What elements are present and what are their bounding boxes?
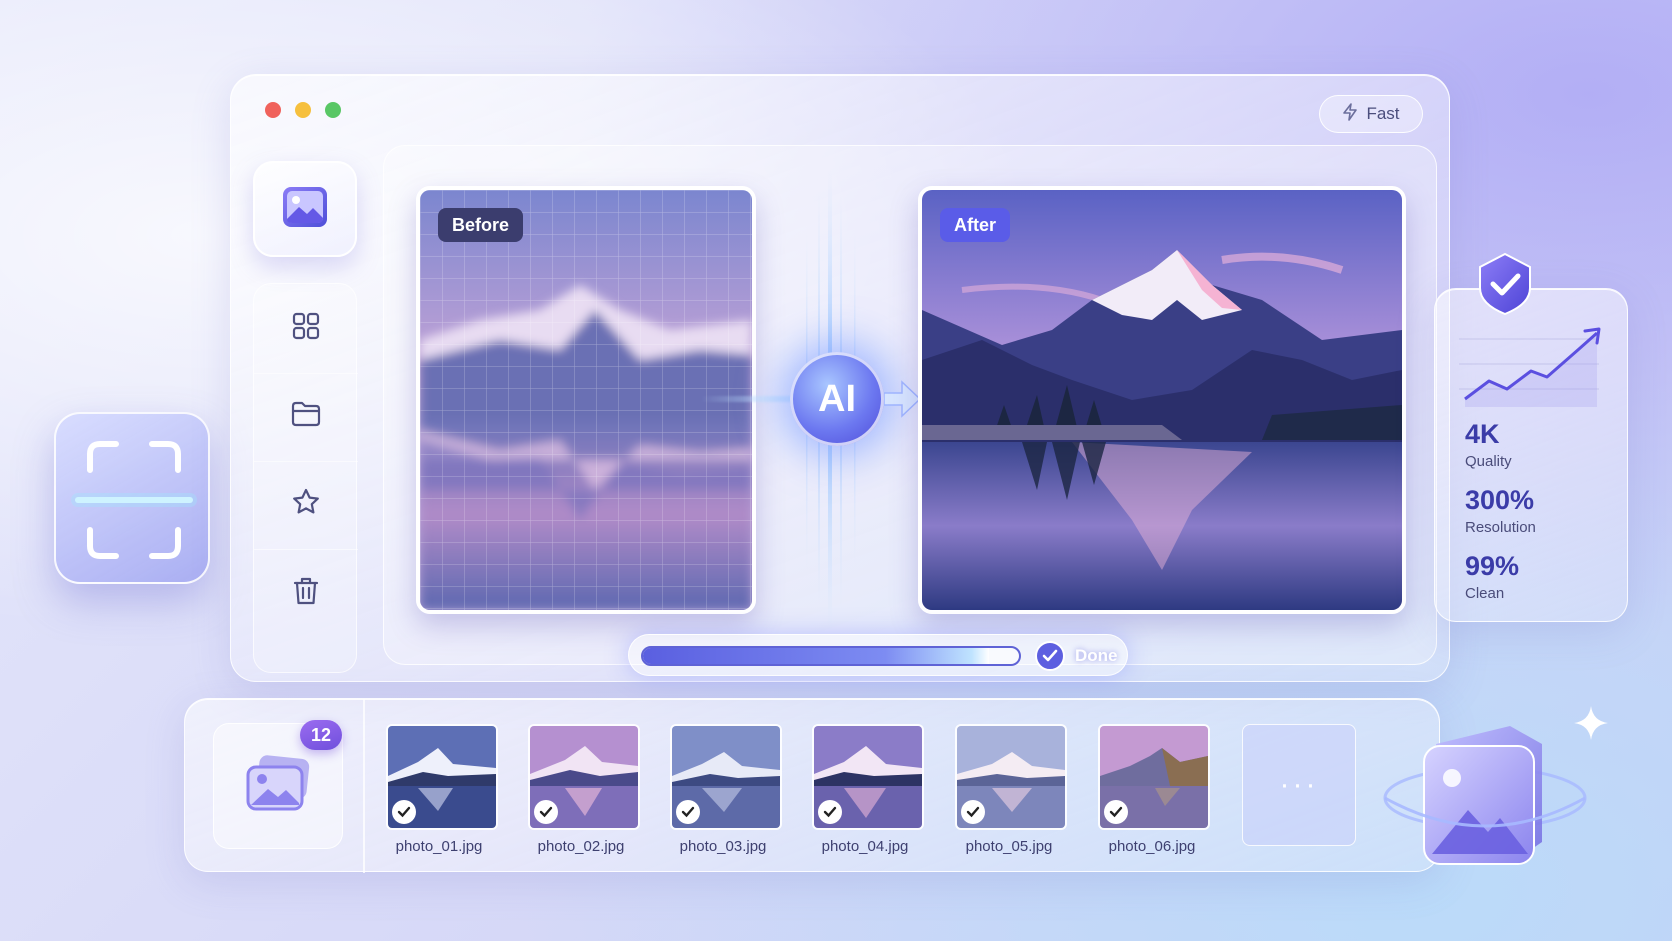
check-icon [1104,800,1128,824]
thumbnail-photo-01[interactable] [386,724,498,830]
progress-fill [643,648,989,664]
sidebar-item-grid[interactable] [254,284,358,374]
arrow-right-icon [884,380,922,418]
thumbnail-photo-04[interactable] [812,724,924,830]
sidebar-item-folder[interactable] [254,372,358,462]
scan-icon[interactable] [54,412,210,584]
check-icon [676,800,700,824]
check-circle-icon [1035,641,1065,671]
ai-orb[interactable]: AI [790,352,884,446]
sparkle-icon [1574,706,1608,740]
thumbnail-name: photo_04.jpg [821,838,909,855]
lightning-icon [1342,102,1358,126]
thumbnail-name: photo_06.jpg [1108,838,1196,855]
before-tag: Before [438,208,524,242]
stat-clean-label: Clean [1465,585,1505,602]
folder-icon [291,401,321,432]
photo-count-badge: 12 [300,720,342,750]
check-icon [961,800,985,824]
thumbnail-name: photo_05.jpg [965,838,1053,855]
image-cube-icon [1383,726,1587,865]
minimize-window-button[interactable] [295,102,311,118]
after-tag: After [940,208,1011,242]
maximize-window-button[interactable] [325,102,341,118]
stat-quality-value: 4K [1465,419,1500,449]
progress-bar: Done [628,634,1128,676]
thumbnail-photo-03[interactable] [670,724,782,830]
image-icon [281,185,329,234]
growth-chart-icon [1459,327,1601,407]
star-icon [291,487,321,522]
strip-divider [363,699,365,873]
stat-resolution-value: 300% [1465,485,1535,515]
thumbnail-photo-02[interactable] [528,724,640,830]
stat-resolution-label: Resolution [1465,519,1536,536]
check-icon [534,800,558,824]
stat-clean-value: 99% [1465,551,1520,581]
progress-status-label: Done [1075,646,1118,665]
shield-check-icon [1479,252,1531,316]
check-icon [392,800,416,824]
fast-mode-button[interactable]: Fast [1319,95,1423,133]
thumbnail-photo-06[interactable] [1098,724,1210,830]
grid-icon [292,312,320,345]
stats-card: 4K Quality 300% Resolution 99% Clean [1434,288,1628,622]
progress-track [641,646,1021,666]
trash-icon [293,576,319,611]
sidebar-item-delete[interactable] [254,548,358,638]
sidebar-menu [253,283,358,673]
close-window-button[interactable] [265,102,281,118]
more-photos-button[interactable]: ··· [1242,724,1356,846]
thumbnail-name: photo_01.jpg [395,838,483,855]
sidebar-item-favorites[interactable] [254,460,358,550]
thumbnail-photo-05[interactable] [955,724,1067,830]
thumbnail-name: photo_02.jpg [537,838,625,855]
check-icon [818,800,842,824]
sidebar-item-images[interactable] [253,161,357,257]
fast-mode-label: Fast [1366,104,1400,123]
stat-quality-label: Quality [1465,453,1512,470]
after-image[interactable]: After [918,186,1406,614]
thumbnail-name: photo_03.jpg [679,838,767,855]
photos-stack-icon [244,754,312,818]
